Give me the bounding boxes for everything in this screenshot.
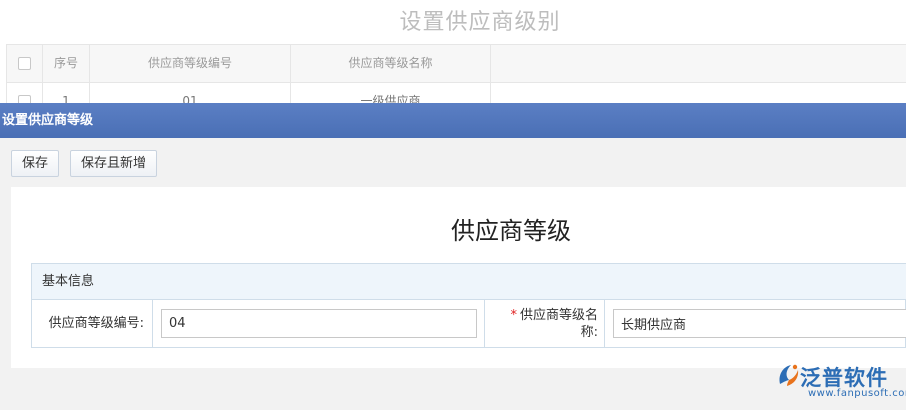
basic-info-section: 基本信息 供应商等级编号: *供应商等级名 称:: [31, 263, 906, 348]
brand-logo: 泛普软件 www.fanpusoft.com: [774, 360, 906, 410]
select-all-checkbox[interactable]: [7, 45, 43, 82]
col-name-header: 供应商等级名称: [291, 45, 491, 82]
brand-url: www.fanpusoft.com: [808, 388, 906, 399]
grade-name-label-line2: 称:: [580, 325, 598, 340]
col-seq-header: 序号: [43, 45, 90, 82]
required-mark: *: [510, 308, 517, 323]
grade-name-input[interactable]: [613, 309, 906, 338]
section-title: 基本信息: [32, 264, 906, 300]
page-title: 设置供应商级别: [399, 10, 561, 35]
save-button[interactable]: 保存: [11, 150, 59, 177]
form-title: 供应商等级: [451, 217, 571, 245]
background-page: 设置供应商级别 序号 供应商等级编号 供应商等级名称 1 01 一级供应商: [0, 0, 906, 120]
table-header: 序号 供应商等级编号 供应商等级名称: [7, 45, 906, 83]
dialog-title[interactable]: 设置供应商等级: [0, 103, 906, 138]
col-code-header: 供应商等级编号: [90, 45, 291, 82]
checkbox-icon[interactable]: [18, 57, 31, 70]
grade-code-input[interactable]: [161, 309, 477, 338]
grade-table: 序号 供应商等级编号 供应商等级名称 1 01 一级供应商: [6, 44, 906, 120]
grade-name-label: * 供应商等级名 称:: [484, 300, 605, 347]
save-and-new-button[interactable]: 保存且新增: [70, 150, 157, 177]
brand-logo-icon: [779, 364, 799, 386]
grade-name-label-line1: 供应商等级名: [519, 308, 598, 323]
edit-dialog: 设置供应商等级 保存 保存且新增 供应商等级 基本信息 供应商等级编号: *供应…: [0, 103, 906, 410]
grade-code-label: 供应商等级编号:: [32, 300, 153, 347]
form-row: 供应商等级编号: *供应商等级名 称:: [32, 300, 906, 347]
form-panel: 供应商等级 基本信息 供应商等级编号: *供应商等级名 称:: [11, 187, 906, 368]
